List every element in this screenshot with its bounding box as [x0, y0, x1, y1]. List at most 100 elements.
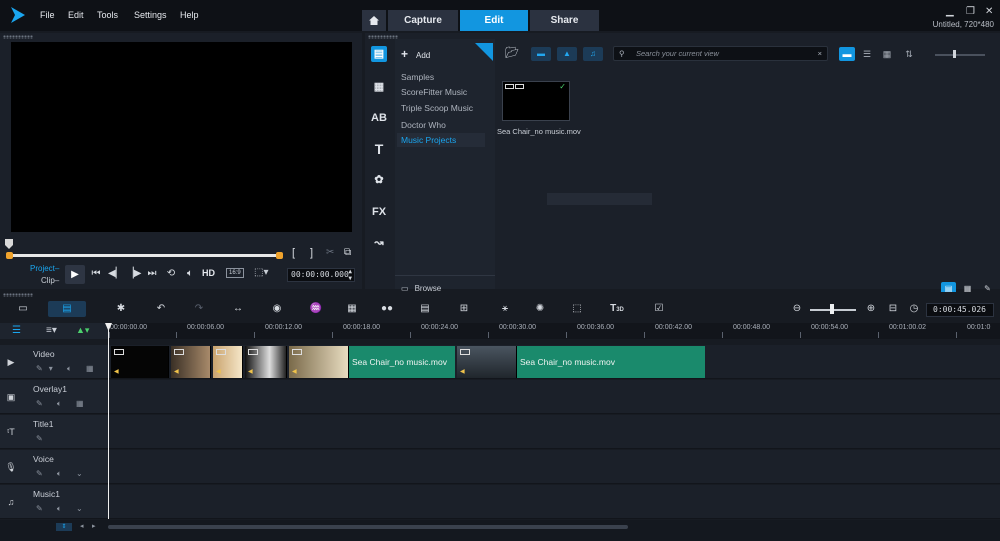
video-clip[interactable]: ◀	[111, 346, 169, 378]
track-tools[interactable]: ✎	[36, 434, 49, 443]
fx-filter-icon[interactable]: FX	[371, 204, 387, 220]
folder-item[interactable]: Doctor Who	[401, 120, 446, 130]
home-start-icon[interactable]: ⏮	[89, 267, 103, 281]
track-manager-icon[interactable]: ☰	[12, 325, 21, 336]
video-clip[interactable]: ◀	[245, 346, 287, 378]
timeline-zoom-knob[interactable]	[830, 304, 834, 314]
track-header-video[interactable]: ▶︎ Video ✎▾ 🔈︎ ▦	[0, 345, 108, 379]
details-view-button[interactable]: ▦	[879, 47, 895, 61]
track-header-title[interactable]: ᵗT Title1 ✎	[0, 415, 108, 449]
import-folder-icon[interactable]: 📂︎	[505, 46, 519, 59]
overlay-lane[interactable]	[108, 380, 1000, 414]
home-tab[interactable]	[362, 10, 386, 31]
track-tools[interactable]: ✎▾ 🔈︎ ▦	[36, 364, 100, 374]
menu-tools[interactable]: Tools	[97, 10, 118, 20]
video-lane[interactable]: ◀ ◀ ◀ ◀ ◀ Sea Chair_no music.mov ◀ Sea C…	[108, 345, 1000, 379]
undo-icon[interactable]: ↶	[150, 301, 172, 317]
next-frame-icon[interactable]: ▕▶	[126, 267, 141, 281]
enable-ripple-icon[interactable]: ▲▾	[76, 325, 89, 336]
pin-corner-icon[interactable]	[475, 43, 493, 61]
scroll-left-icon[interactable]: ◂	[80, 522, 84, 530]
timeline-view-icon[interactable]: ▤	[48, 301, 86, 317]
video-clip[interactable]: ◀	[213, 346, 243, 378]
subtitle-editor-icon[interactable]: ▤	[414, 301, 436, 317]
scrubber-handle[interactable]	[5, 239, 13, 249]
enlarge-preview-icon[interactable]: ⧉	[344, 247, 351, 258]
previous-frame-icon[interactable]: ◀▏	[108, 267, 123, 281]
video-clip-green[interactable]: Sea Chair_no music.mov	[349, 346, 455, 378]
show-audio-button[interactable]: ♫	[583, 47, 603, 61]
video-clip[interactable]: ◀	[171, 346, 211, 378]
show-photos-button[interactable]: ▲	[557, 47, 577, 61]
track-tools[interactable]: ✎ 🔈︎ ▦	[36, 399, 90, 409]
display-mode-icon[interactable]: ⬚▾	[254, 267, 268, 278]
list-view-button[interactable]: ☰	[859, 47, 875, 61]
show-videos-button[interactable]: ▬	[531, 47, 551, 61]
zoom-out-icon[interactable]: ⊖	[786, 301, 808, 317]
scroll-right-icon[interactable]: ▸	[92, 522, 96, 530]
minimize-icon[interactable]: ▁	[946, 6, 954, 17]
search-input[interactable]: ⚲ Search your current view ×	[613, 46, 828, 61]
clear-search-icon[interactable]: ×	[818, 47, 822, 60]
sort-icon[interactable]: ⇅	[901, 47, 917, 61]
hd-preview-button[interactable]: HD	[202, 268, 215, 278]
folder-item-selected[interactable]: Music Projects	[397, 133, 485, 147]
mark-out-handle[interactable]	[276, 252, 283, 259]
fit-project-icon[interactable]: ↔	[227, 301, 249, 317]
tab-share[interactable]: Share	[530, 10, 599, 31]
media-thumbnail[interactable]: ✓	[502, 81, 570, 121]
sound-mixer-icon[interactable]: ♒	[305, 301, 327, 317]
music-lane[interactable]	[108, 485, 1000, 519]
path-motion-icon[interactable]: ↝	[371, 235, 387, 251]
media-library-icon[interactable]: ▤	[371, 46, 387, 62]
title-lane[interactable]	[108, 415, 1000, 449]
menu-edit[interactable]: Edit	[68, 10, 84, 20]
time-remapping-icon[interactable]: ⚹	[494, 301, 516, 317]
thumbnail-view-button[interactable]: ▬	[839, 47, 855, 61]
video-clip[interactable]: ◀	[457, 346, 517, 378]
scrub-bar[interactable]	[9, 254, 281, 257]
restore-icon[interactable]: ❐	[966, 6, 975, 17]
menu-file[interactable]: File	[40, 10, 55, 20]
track-tools[interactable]: ✎ 🔈︎ ⌄	[36, 469, 89, 479]
track-header-voice[interactable]: 🎙︎ Voice ✎ 🔈︎ ⌄	[0, 450, 108, 484]
3d-title-icon[interactable]: T3D	[606, 301, 628, 317]
panel-grip-icon[interactable]	[3, 35, 33, 39]
tab-edit[interactable]: Edit	[460, 10, 528, 31]
multi-trim-icon[interactable]: ⊞	[453, 301, 475, 317]
end-icon[interactable]: ⏭	[145, 267, 159, 281]
add-remove-chapter-icon[interactable]: ≡▾	[46, 325, 57, 336]
folder-item[interactable]: ScoreFitter Music	[401, 87, 467, 97]
mark-out-button[interactable]: ]	[310, 247, 313, 259]
record-capture-icon[interactable]: ◉	[266, 301, 288, 317]
player-timecode[interactable]: 00:00:00.000 ▲ ▼	[287, 268, 355, 282]
title-icon[interactable]: T	[371, 141, 387, 157]
repeat-icon[interactable]: ⟲	[164, 267, 178, 281]
voice-lane[interactable]	[108, 450, 1000, 484]
clip-mode-label[interactable]: Clip–	[41, 276, 59, 285]
timecode-stepper-icon[interactable]: ▲ ▼	[348, 268, 352, 282]
graphic-icon[interactable]: ✿	[371, 172, 387, 188]
tools-icon[interactable]: ✱	[110, 301, 132, 317]
video-clip-green[interactable]: Sea Chair_no music.mov	[517, 346, 705, 378]
track-header-music[interactable]: ♫ Music1 ✎ 🔈︎ ⌄	[0, 485, 108, 519]
track-height-icon[interactable]: ⇕	[56, 523, 72, 531]
track-tools[interactable]: ✎ 🔈︎ ⌄	[36, 504, 89, 514]
storyboard-view-icon[interactable]: ▭	[12, 301, 34, 317]
mark-in-button[interactable]: [	[292, 247, 295, 259]
fit-timeline-icon[interactable]: ⊟	[882, 301, 904, 317]
add-folder-button[interactable]: + Add	[401, 47, 430, 61]
folder-item[interactable]: Triple Scoop Music	[401, 103, 473, 113]
timeline-timecode[interactable]: 0:00:45.026	[926, 303, 994, 317]
panel-grip-icon[interactable]	[3, 293, 33, 297]
motion-tracking-icon[interactable]: ●●	[376, 301, 398, 317]
menu-settings[interactable]: Settings	[134, 10, 167, 20]
video-clip[interactable]: ◀	[289, 346, 349, 378]
track-header-overlay[interactable]: ▣ Overlay1 ✎ 🔈︎ ▦	[0, 380, 108, 414]
project-mode-label[interactable]: Project–	[30, 264, 59, 273]
horizontal-scrollbar[interactable]	[108, 525, 628, 529]
timeline-ruler[interactable]: 00:00:00.00 00:00:06.00 00:00:12.00 00:0…	[108, 323, 1000, 339]
aspect-ratio-button[interactable]: 16:9	[226, 268, 244, 278]
close-icon[interactable]: ✕	[985, 6, 993, 17]
transition-icon[interactable]: AB	[371, 110, 387, 126]
